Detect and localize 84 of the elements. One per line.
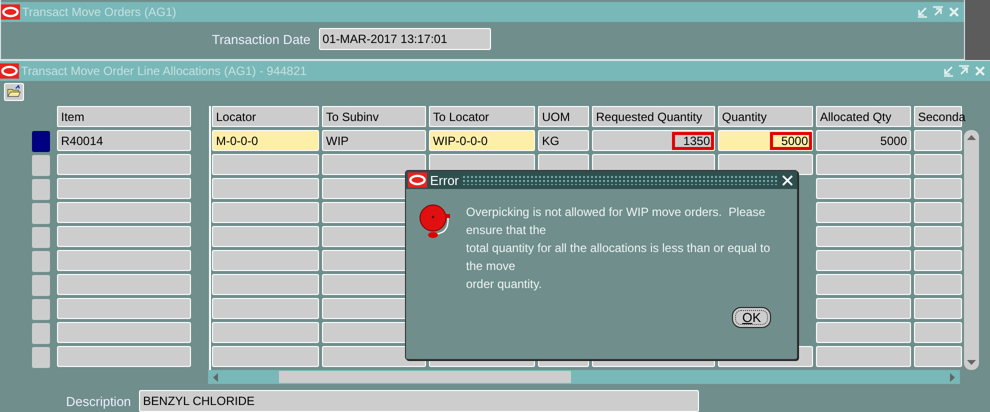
table-cell[interactable] — [816, 178, 911, 199]
column-header: To Locator — [429, 106, 535, 127]
table-cell[interactable] — [816, 346, 911, 367]
table-cell[interactable]: KG — [538, 130, 589, 151]
bell-icon — [418, 203, 452, 241]
row-selector[interactable] — [32, 155, 50, 176]
table-cell[interactable] — [212, 226, 319, 247]
table-cell[interactable] — [914, 154, 962, 175]
table-cell[interactable] — [816, 202, 911, 223]
logo-icon — [408, 172, 427, 188]
row-selector[interactable] — [32, 251, 50, 272]
table-cell[interactable] — [212, 250, 319, 271]
description-field[interactable]: BENZYL CHLORIDE — [139, 390, 700, 412]
column-header: Quantity — [718, 106, 813, 127]
column-header: To Subinv — [322, 106, 426, 127]
window-title: Transact Move Orders (AG1) — [22, 5, 178, 19]
table-cell[interactable] — [322, 154, 426, 175]
table-cell[interactable] — [57, 298, 191, 319]
table-cell[interactable] — [57, 322, 191, 343]
table-cell[interactable] — [914, 178, 962, 199]
horizontal-scrollbar[interactable] — [208, 370, 960, 384]
table-cell[interactable] — [914, 322, 962, 343]
table-cell[interactable] — [816, 226, 911, 247]
table-cell[interactable] — [914, 130, 962, 151]
table-cell[interactable]: M-0-0-0 — [212, 130, 319, 151]
row-selector[interactable] — [32, 131, 50, 152]
row-selector[interactable] — [32, 179, 50, 200]
row-selector[interactable] — [32, 323, 50, 344]
vertical-scrollbar[interactable] — [964, 130, 979, 370]
table-cell[interactable]: WIP — [322, 130, 426, 151]
minimize-icon[interactable] — [916, 6, 928, 18]
table-cell[interactable] — [914, 226, 962, 247]
table-cell[interactable] — [57, 250, 191, 271]
maximize-icon[interactable] — [932, 6, 944, 18]
row-selector[interactable] — [32, 203, 50, 224]
table-cell[interactable]: 5000 — [816, 130, 911, 151]
table-cell[interactable] — [914, 250, 962, 271]
table-cell[interactable] — [816, 274, 911, 295]
table-cell[interactable] — [914, 202, 962, 223]
date-field[interactable]: 01-MAR-2017 13:17:01 — [318, 28, 491, 50]
table-cell[interactable] — [816, 322, 911, 343]
table-cell[interactable]: WIP-0-0-0 — [429, 130, 535, 151]
logo-icon — [0, 63, 19, 79]
row-selector[interactable] — [32, 227, 50, 248]
table-cell[interactable] — [212, 274, 319, 295]
table-cell[interactable] — [57, 226, 191, 247]
table-cell[interactable] — [914, 346, 962, 367]
ok-button[interactable]: OK — [732, 307, 771, 328]
row-selector[interactable] — [32, 347, 50, 368]
column-header: Allocated Qty — [816, 106, 911, 127]
table-cell[interactable]: 5000 — [718, 130, 813, 151]
window-title: Transact Move Order Line Allocations (AG1) - 944821 — [21, 64, 308, 78]
error-message: Overpicking is not allowed for WIP move orders. Please ensure that the total quantity for all the allocations is less than or equal to the move order quantity. — [466, 204, 772, 293]
table-cell[interactable] — [816, 154, 911, 175]
column-header: Locator — [212, 106, 319, 127]
table-cell[interactable] — [212, 322, 319, 343]
table-cell[interactable] — [212, 154, 319, 175]
table-cell[interactable] — [212, 298, 319, 319]
field-label: Transaction Date — [212, 32, 311, 46]
table-cell[interactable] — [816, 250, 911, 271]
folder-icon[interactable] — [4, 83, 24, 101]
table-cell[interactable] — [57, 346, 191, 367]
row-selector[interactable] — [32, 299, 50, 320]
table-cell[interactable] — [57, 178, 191, 199]
column-header: Requested Quantity — [592, 106, 715, 127]
table-cell[interactable] — [212, 178, 319, 199]
dialog-title: Error — [430, 172, 459, 188]
maximize-icon[interactable] — [958, 65, 970, 77]
logo-icon — [1, 4, 20, 20]
table-cell[interactable] — [57, 154, 191, 175]
table-cell[interactable] — [914, 274, 962, 295]
table-cell[interactable]: R40014 — [57, 130, 191, 151]
field-label: Description — [66, 394, 132, 408]
column-header: Item — [57, 106, 191, 127]
table-cell[interactable] — [212, 202, 319, 223]
table-cell[interactable] — [57, 202, 191, 223]
column-header: UOM — [538, 106, 589, 127]
table-cell[interactable] — [816, 298, 911, 319]
table-cell[interactable] — [914, 298, 962, 319]
table-cell[interactable] — [57, 274, 191, 295]
table-cell[interactable]: 1350 — [592, 130, 715, 151]
minimize-icon[interactable] — [942, 65, 954, 77]
row-selector[interactable] — [32, 275, 50, 296]
table-cell[interactable] — [212, 346, 319, 367]
